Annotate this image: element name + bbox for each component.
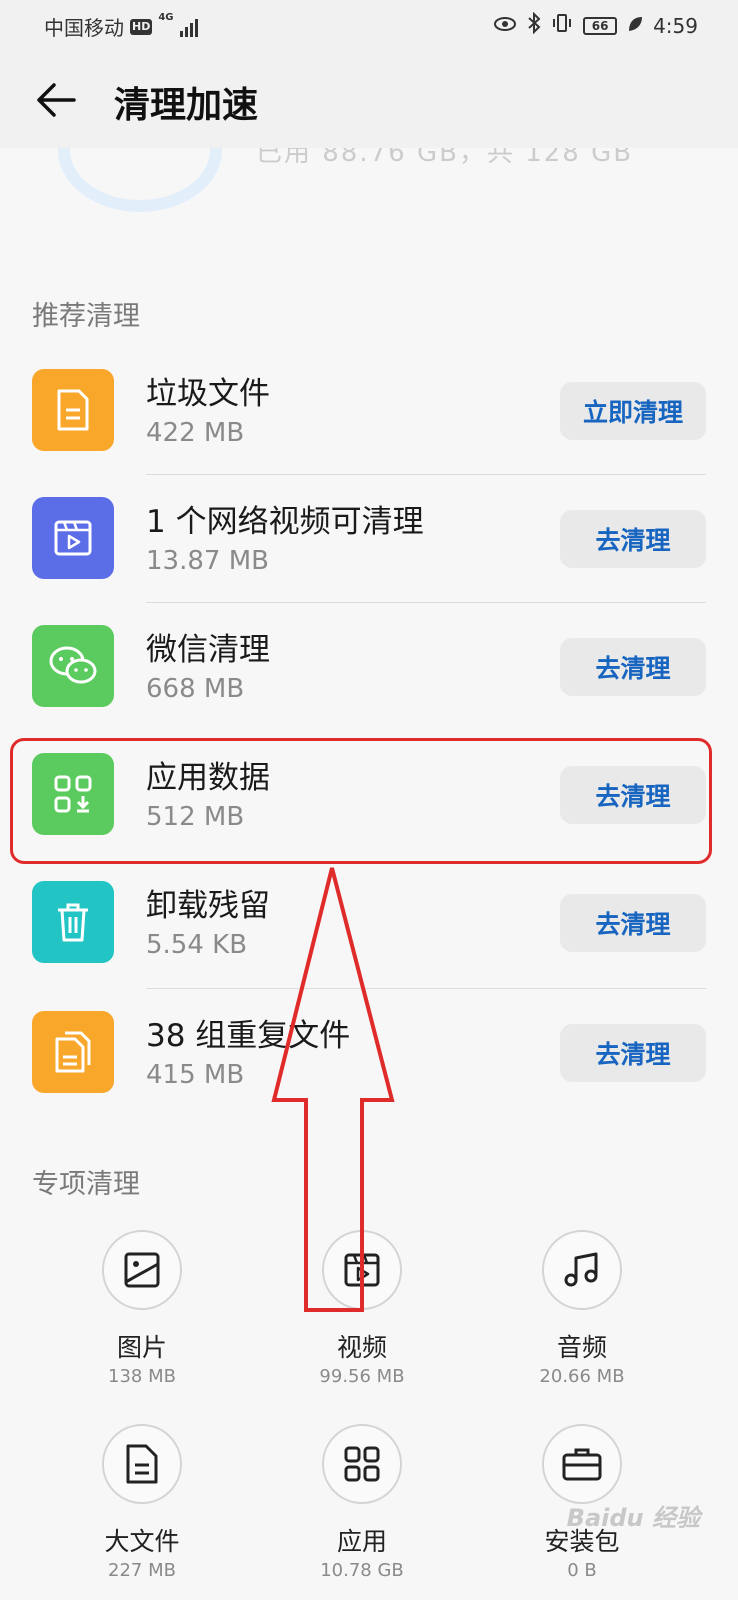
- watermark-logo: Baidu 经验: [566, 1504, 700, 1532]
- annotation-arrow: [271, 867, 395, 1312]
